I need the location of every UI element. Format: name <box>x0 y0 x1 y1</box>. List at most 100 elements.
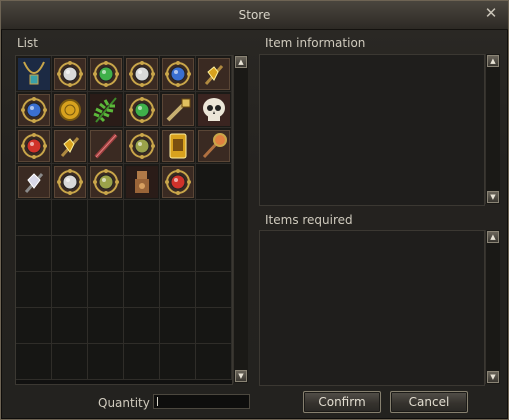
list-label: List <box>17 36 38 50</box>
empty-slot <box>196 308 232 344</box>
empty-slot <box>88 200 124 236</box>
item-slot[interactable] <box>52 56 88 92</box>
item-slot[interactable] <box>160 56 196 92</box>
item-slot[interactable] <box>52 92 88 128</box>
scroll-down-icon[interactable]: ▼ <box>235 370 247 382</box>
item-slot[interactable] <box>16 128 52 164</box>
empty-slot <box>52 200 88 236</box>
close-icon[interactable]: ✕ <box>483 5 499 21</box>
item-slot[interactable] <box>196 92 232 128</box>
crystal-gold-icon <box>198 58 230 90</box>
scroll-up-icon[interactable]: ▲ <box>235 56 247 68</box>
empty-slot <box>16 200 52 236</box>
gem-seal-white-icon <box>54 166 86 198</box>
info-scrollbar[interactable]: ▲ ▼ <box>485 54 500 204</box>
gem-seal-blue-icon <box>18 94 50 126</box>
item-slot[interactable] <box>16 164 52 200</box>
item-information-label: Item information <box>265 36 366 50</box>
item-slot[interactable] <box>124 128 160 164</box>
empty-slot <box>196 344 232 380</box>
item-slot[interactable] <box>88 128 124 164</box>
empty-slot <box>16 236 52 272</box>
empty-slot <box>124 272 160 308</box>
empty-slot <box>52 236 88 272</box>
key-scroll-icon <box>162 94 194 126</box>
list-scrollbar[interactable]: ▲ ▼ <box>233 55 248 383</box>
item-slot[interactable] <box>160 164 196 200</box>
item-slot[interactable] <box>196 128 232 164</box>
item-slot[interactable] <box>52 128 88 164</box>
item-slot[interactable] <box>196 56 232 92</box>
item-slot[interactable] <box>124 164 160 200</box>
gem-seal-red-icon <box>18 130 50 162</box>
empty-slot <box>88 272 124 308</box>
empty-slot <box>160 344 196 380</box>
empty-slot <box>88 308 124 344</box>
item-slot[interactable] <box>16 92 52 128</box>
item-slots <box>16 56 232 380</box>
empty-slot <box>52 272 88 308</box>
items-required-label: Items required <box>265 213 353 227</box>
store-window: Store ✕ List Item information Items requ… <box>0 0 509 420</box>
item-slot[interactable] <box>88 92 124 128</box>
item-slot[interactable] <box>124 56 160 92</box>
item-slot[interactable] <box>88 164 124 200</box>
empty-slot <box>160 236 196 272</box>
bronze-idol-icon <box>126 166 158 198</box>
title-bar[interactable]: Store ✕ <box>1 1 508 30</box>
scroll-up-icon[interactable]: ▲ <box>487 231 499 243</box>
necklace-blue-icon <box>18 58 50 90</box>
item-slot[interactable] <box>52 164 88 200</box>
empty-slot <box>160 308 196 344</box>
gem-seal-blue-icon <box>162 58 194 90</box>
item-information-panel <box>259 54 485 206</box>
empty-slot <box>124 236 160 272</box>
scroll-down-icon[interactable]: ▼ <box>487 191 499 203</box>
quantity-label: Quantity <box>98 396 150 410</box>
scroll-down-icon[interactable]: ▼ <box>487 371 499 383</box>
empty-slot <box>16 344 52 380</box>
items-required-panel <box>259 230 485 386</box>
empty-slot <box>196 200 232 236</box>
empty-slot <box>160 200 196 236</box>
empty-slot <box>124 308 160 344</box>
gem-seal-white-icon <box>126 58 158 90</box>
item-slot[interactable] <box>160 92 196 128</box>
empty-slot <box>196 236 232 272</box>
gold-coin-icon <box>54 94 86 126</box>
fern-leaf-icon <box>90 94 122 126</box>
empty-slot <box>52 344 88 380</box>
empty-slot <box>52 308 88 344</box>
wand-red-icon <box>90 130 122 162</box>
crystal-silver-icon <box>18 166 50 198</box>
empty-slot <box>88 236 124 272</box>
scroll-up-icon[interactable]: ▲ <box>487 55 499 67</box>
store-item-grid <box>15 55 233 385</box>
empty-slot <box>196 272 232 308</box>
tablet-gold-icon <box>162 130 194 162</box>
empty-slot <box>160 272 196 308</box>
empty-slot <box>124 344 160 380</box>
required-scrollbar[interactable]: ▲ ▼ <box>485 230 500 384</box>
text-caret <box>157 397 158 406</box>
cancel-button[interactable]: Cancel <box>390 391 468 413</box>
item-slot[interactable] <box>124 92 160 128</box>
item-slot[interactable] <box>160 128 196 164</box>
skull-icon <box>198 94 230 126</box>
confirm-button[interactable]: Confirm <box>303 391 381 413</box>
gem-seal-olive-icon <box>90 166 122 198</box>
empty-slot <box>16 272 52 308</box>
empty-slot <box>16 308 52 344</box>
empty-slot <box>196 164 232 200</box>
item-slot[interactable] <box>88 56 124 92</box>
window-title: Store <box>238 8 271 22</box>
quantity-input[interactable] <box>153 394 250 409</box>
gem-seal-green-icon <box>126 94 158 126</box>
gem-seal-white-icon <box>54 58 86 90</box>
gem-seal-red-icon <box>162 166 194 198</box>
crystal-gold-icon <box>54 130 86 162</box>
empty-slot <box>124 200 160 236</box>
gem-seal-olive-icon <box>126 130 158 162</box>
item-slot[interactable] <box>16 56 52 92</box>
empty-slot <box>88 344 124 380</box>
